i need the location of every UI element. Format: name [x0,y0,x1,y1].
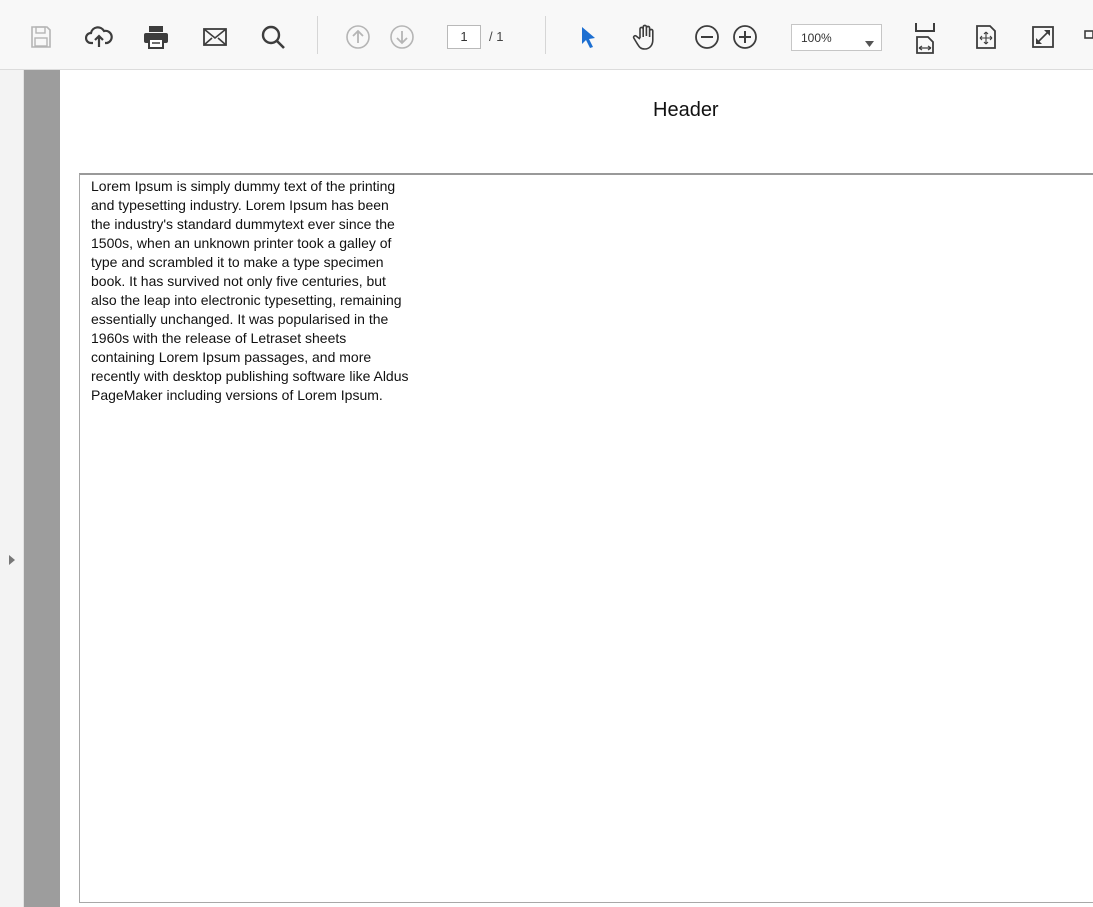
fit-page-icon[interactable] [973,22,999,52]
page-number-input[interactable]: 1 [447,25,481,49]
next-page-icon[interactable] [388,22,416,52]
page-total-label: / 1 [489,29,504,44]
zoom-out-icon[interactable] [693,22,721,52]
save-icon[interactable] [27,22,55,52]
full-screen-icon[interactable] [1030,22,1056,52]
expand-sidebar-icon[interactable] [9,552,15,570]
hand-tool-icon[interactable] [629,22,661,52]
more-tools-icon[interactable] [1084,22,1093,52]
cloud-upload-icon[interactable] [83,22,115,52]
pdf-toolbar: 1 / 1 100% [0,0,1093,70]
search-icon[interactable] [257,22,289,52]
zoom-in-icon[interactable] [731,22,759,52]
print-icon[interactable] [140,22,172,52]
document-body-text: Lorem Ipsum is simply dummy text of the … [91,178,409,403]
document-header: Header [653,99,719,121]
zoom-value: 100% [801,31,832,45]
zoom-select[interactable]: 100% [791,24,882,51]
sidebar-toggle-rail [0,70,24,907]
fit-width-icon[interactable] [912,20,938,56]
chevron-down-icon [865,34,874,52]
toolbar-separator [545,16,546,54]
previous-page-icon[interactable] [344,22,372,52]
side-panel [24,70,60,907]
email-icon[interactable] [199,22,231,52]
select-cursor-icon[interactable] [574,22,602,52]
toolbar-separator [317,16,318,54]
